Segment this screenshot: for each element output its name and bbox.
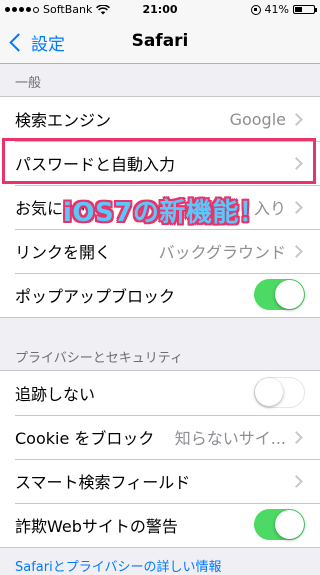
overlay-caption: iOS7の新機能！ xyxy=(63,198,266,228)
passwords-autofill-label: パスワードと自動入力 xyxy=(15,155,176,174)
block-cookies-value: 知らないサイ... xyxy=(174,429,286,448)
rotation-lock-icon xyxy=(250,4,261,15)
battery-icon xyxy=(293,5,317,14)
chevron-right-icon xyxy=(290,475,303,488)
fraud-warning-toggle[interactable] xyxy=(254,509,305,540)
fraud-warning-label: 詐欺Webサイトの警告 xyxy=(15,517,178,536)
section-header-general: 一般 xyxy=(15,76,42,91)
chevron-right-icon xyxy=(290,431,303,444)
battery-percent: 41% xyxy=(264,3,289,16)
block-cookies-label: Cookie をブロック xyxy=(15,429,155,448)
fraud-warning-row: 詐欺Webサイトの警告 xyxy=(0,503,320,547)
open-links-label: リンクを開く xyxy=(15,243,112,262)
navigation-bar: 設定 Safari xyxy=(0,20,320,64)
passwords-autofill-row[interactable]: パスワードと自動入力 xyxy=(0,141,320,185)
search-engine-label: 検索エンジン xyxy=(15,111,112,130)
status-right: 41% xyxy=(250,3,317,16)
do-not-track-toggle[interactable] xyxy=(254,377,305,408)
smart-search-row[interactable]: スマート検索フィールド xyxy=(0,459,320,503)
block-cookies-row[interactable]: Cookie をブロック 知らないサイ... xyxy=(0,415,320,459)
do-not-track-row: 追跡しない xyxy=(0,371,320,415)
block-popups-label: ポップアップブロック xyxy=(15,287,176,306)
open-links-row[interactable]: リンクを開く バックグラウンド xyxy=(0,229,320,273)
do-not-track-label: 追跡しない xyxy=(15,385,96,404)
chevron-right-icon xyxy=(290,201,303,214)
section-header-privacy: プライバシーとセキュリティ xyxy=(15,351,183,366)
block-popups-row: ポップアップブロック xyxy=(0,273,320,317)
block-popups-toggle[interactable] xyxy=(254,279,305,310)
chevron-right-icon xyxy=(290,113,303,126)
privacy-info-link[interactable]: Safariとプライバシーの詳しい情報 xyxy=(15,556,221,575)
toggle-knob xyxy=(275,510,304,539)
search-engine-value: Google xyxy=(229,109,286,129)
toggle-knob xyxy=(255,378,283,406)
smart-search-label: スマート検索フィールド xyxy=(15,473,191,492)
toggle-knob xyxy=(275,280,304,309)
page-title: Safari xyxy=(131,31,189,51)
open-links-value: バックグラウンド xyxy=(158,243,286,262)
chevron-right-icon xyxy=(290,245,303,258)
search-engine-row[interactable]: 検索エンジン Google xyxy=(0,97,320,141)
status-bar: SoftBank 21:00 41% xyxy=(0,0,320,20)
battery-fill xyxy=(295,7,302,12)
chevron-right-icon xyxy=(290,157,303,170)
privacy-group: 追跡しない Cookie をブロック 知らないサイ... スマート検索フィールド… xyxy=(0,370,320,548)
